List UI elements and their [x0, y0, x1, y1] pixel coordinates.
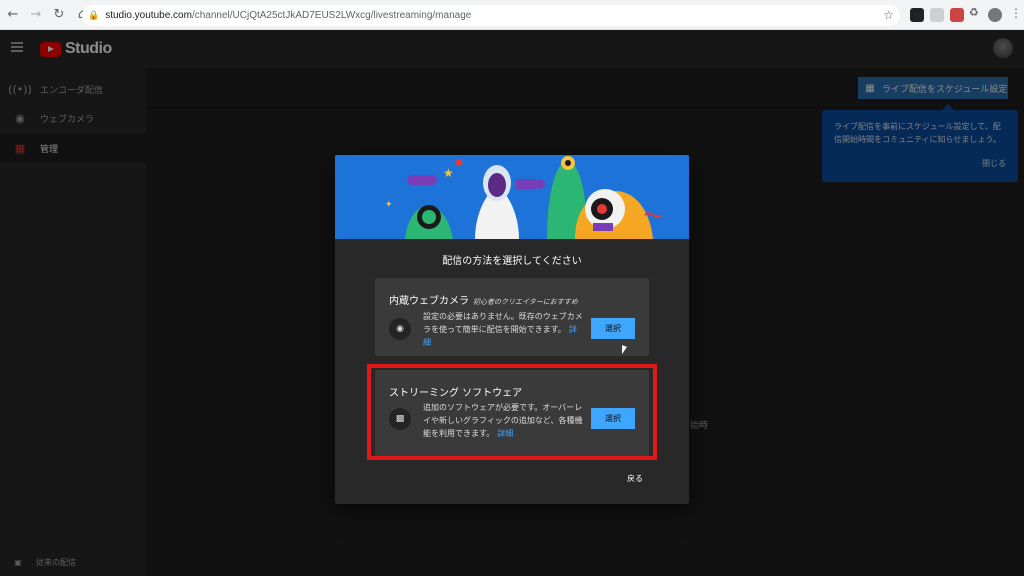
- option-description: 設定の必要はありません。既存のウェブカメラを使って簡単に配信を開始できます。 詳細: [423, 312, 583, 347]
- extension-icon[interactable]: [910, 8, 924, 22]
- lock-icon: 🔒: [88, 10, 100, 21]
- browser-profile-avatar[interactable]: [988, 8, 1002, 22]
- bookmark-star-icon[interactable]: ☆: [883, 8, 894, 22]
- back-arrow-icon[interactable]: ←: [3, 5, 23, 25]
- extension-grid-icon[interactable]: [930, 8, 944, 22]
- dialog-banner-illustration: ★ ✦ ●: [335, 155, 689, 239]
- address-bar[interactable]: 🔒 studio.youtube.com/channel/UCjQtA25ctJ…: [82, 5, 900, 26]
- svg-text:●: ●: [455, 158, 463, 168]
- extension-icon[interactable]: [950, 8, 964, 22]
- browser-menu-icon[interactable]: ⋮: [1010, 6, 1022, 20]
- select-webcam-button[interactable]: 選択: [591, 318, 635, 339]
- option-subtitle: 初心者のクリエイターにおすすめ: [473, 298, 578, 306]
- back-button[interactable]: 戻る: [627, 473, 643, 484]
- puzzle-icon[interactable]: ♻: [969, 6, 983, 20]
- svg-text:★: ★: [443, 166, 454, 180]
- forward-arrow-icon[interactable]: →: [26, 5, 46, 25]
- option-card-webcam[interactable]: 内蔵ウェブカメラ 初心者のクリエイターにおすすめ ◉ 設定の必要はありません。既存…: [375, 278, 649, 356]
- reload-icon[interactable]: ↻: [49, 5, 69, 25]
- svg-text:✦: ✦: [385, 200, 393, 210]
- banner-illustration-icon: ★ ✦ ●: [335, 155, 689, 239]
- dialog-title: 配信の方法を選択してください: [442, 256, 582, 267]
- mouse-cursor-icon: [622, 345, 627, 356]
- red-highlight-box: [367, 364, 657, 460]
- url-text: studio.youtube.com/channel/UCjQtA25ctJkA…: [105, 10, 472, 21]
- browser-toolbar: ← → ↻ ⌂ 🔒 studio.youtube.com/channel/UCj…: [0, 0, 1024, 30]
- camera-icon: ◉: [389, 318, 411, 340]
- option-title: 内蔵ウェブカメラ 初心者のクリエイターにおすすめ: [389, 296, 578, 307]
